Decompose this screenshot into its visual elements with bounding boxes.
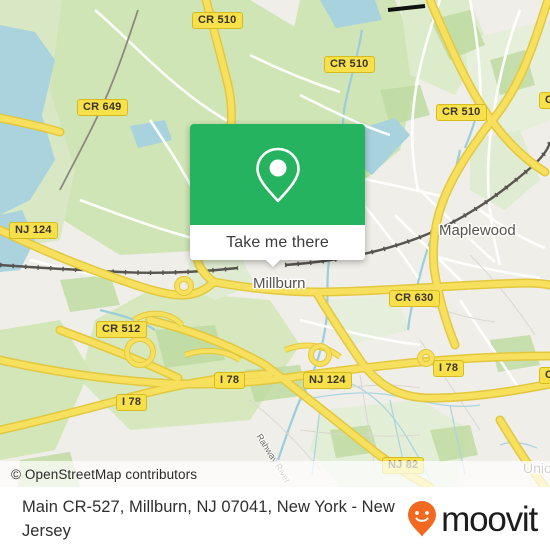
road-shield-edge-b: CR [539,367,550,384]
take-me-there-label: Take me there [226,233,329,251]
moovit-logo[interactable]: moovit [407,499,538,539]
road-shield-nj124-b: NJ 124 [303,372,352,389]
map-pin-icon [255,147,300,202]
moovit-wordmark: moovit [441,499,538,539]
screenshot-root: Millburn Maplewood Unio Rahway River CR … [0,0,550,550]
road-shield-i78-a: I 78 [214,372,246,389]
road-shield-cr510-a: CR 510 [192,12,243,29]
card-icon-area [190,124,365,225]
road-shield-cr630: CR 630 [389,290,440,307]
road-shield-edge-a: CR [539,92,550,109]
road-shield-cr510-b: CR 510 [324,56,375,73]
card-pointer-tail [265,259,281,267]
road-shield-i78-c: I 78 [433,360,465,377]
road-shield-cr649: CR 649 [77,99,128,116]
moovit-pin-smiley-icon [408,501,437,537]
map-attribution-bar: © OpenStreetMap contributors [0,461,550,487]
road-shield-nj124-a: NJ 124 [9,222,58,239]
map-attribution-text[interactable]: © OpenStreetMap contributors [0,467,197,482]
road-shield-cr512: CR 512 [96,321,147,338]
take-me-there-button[interactable]: Take me there [190,225,365,260]
road-shield-cr510-c: CR 510 [436,104,487,121]
page-title: Main CR-527, Millburn, NJ 07041, New Yor… [22,498,395,540]
take-me-there-card[interactable]: Take me there [190,124,365,260]
road-shield-i78-b: I 78 [116,394,148,411]
